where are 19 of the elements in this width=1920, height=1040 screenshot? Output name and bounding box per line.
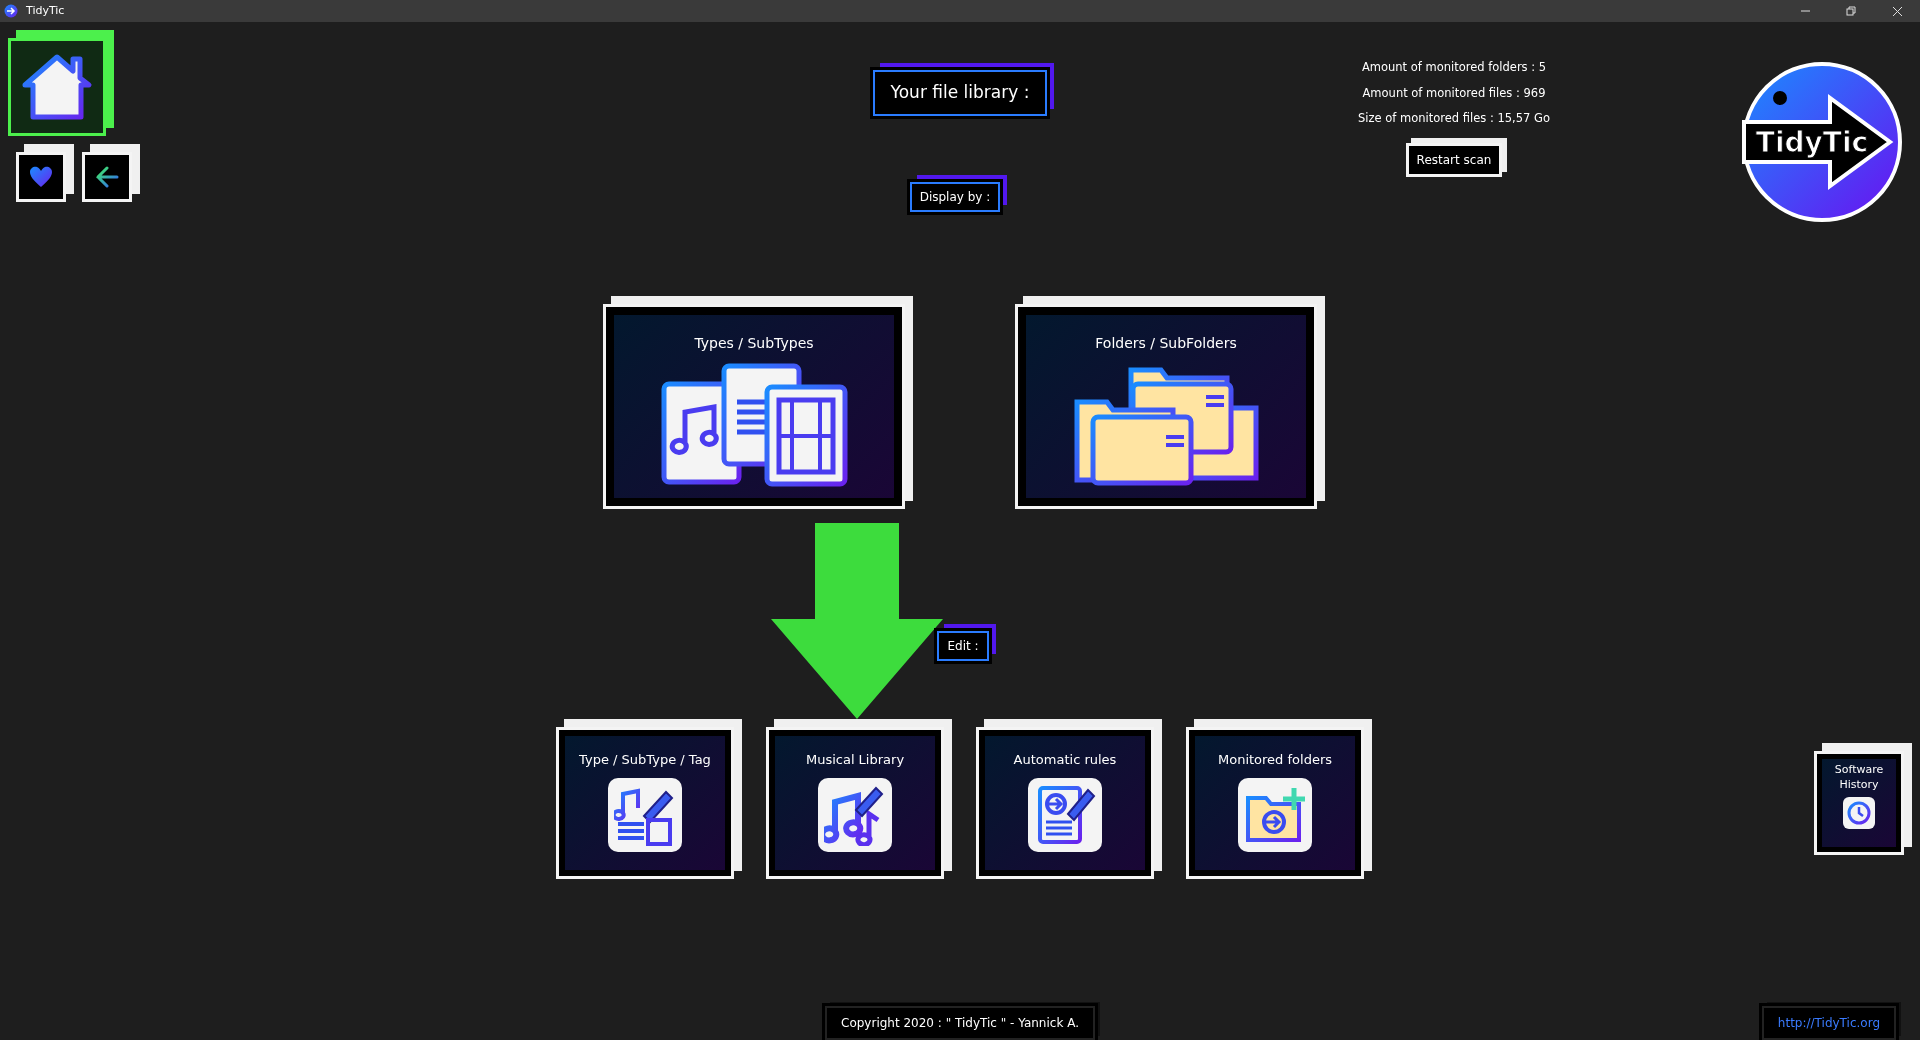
card-label: Types / SubTypes — [694, 334, 814, 353]
files-icon — [659, 362, 849, 487]
card-label: Musical Library — [805, 751, 905, 769]
card-label: Folders / SubFolders — [1095, 334, 1237, 353]
logo: TidyTic — [1740, 60, 1904, 224]
card-label: Automatic rules — [1013, 751, 1117, 769]
card-label: Monitored folders — [1218, 751, 1332, 769]
window-title: TidyTic — [26, 2, 65, 19]
close-icon — [1891, 5, 1903, 17]
restore-icon — [1845, 5, 1857, 17]
stat-text: Amount of monitored folders : 5 — [1361, 62, 1547, 74]
heart-icon — [29, 166, 53, 188]
back-arrow-icon — [95, 166, 119, 188]
stat-text: Amount of monitored files : 969 — [1362, 87, 1546, 99]
clock-icon — [1846, 799, 1872, 826]
stat-text: Size of monitored files : 15,57 Go — [1358, 113, 1550, 125]
card-label: Type / SubType / Tag — [579, 751, 711, 769]
app-icon — [4, 4, 18, 18]
history-label: Software History — [1833, 763, 1885, 793]
